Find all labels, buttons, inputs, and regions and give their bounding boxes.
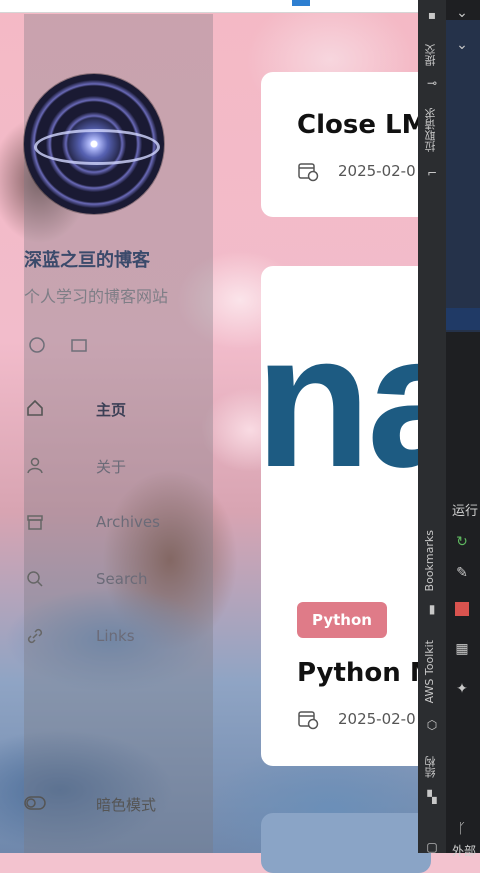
nav-label: Archives [96, 513, 160, 531]
mail-icon[interactable] [70, 336, 88, 354]
nav-item-links[interactable]: Links [24, 622, 213, 652]
wrench-icon[interactable]: ✎ [453, 564, 471, 582]
pull-request-icon[interactable]: ⌐ [425, 166, 439, 180]
rerun-icon[interactable]: ↻ [453, 533, 471, 551]
bookmarks-tab[interactable]: Bookmarks [423, 530, 436, 591]
post-cover-image[interactable]: na [261, 306, 431, 496]
browser-top-edge [0, 0, 418, 13]
avatar[interactable] [24, 74, 164, 214]
chevron-down-icon[interactable]: ⌄ [453, 36, 471, 54]
nav-label: Search [96, 570, 148, 588]
nav-item-search[interactable]: Search [24, 565, 213, 595]
ide-panel [446, 0, 480, 853]
link-icon [24, 626, 46, 648]
nav-label: 主页 [96, 401, 127, 419]
layout-icon[interactable]: ▦ [453, 640, 471, 658]
nav-label: Links [96, 627, 135, 645]
folder-icon[interactable]: ▪ [425, 8, 439, 22]
avatar-ring [34, 129, 160, 165]
post-card[interactable]: na Python Python M 2025-02-0 [261, 266, 431, 766]
post-date: 2025-02-0 [338, 710, 416, 728]
pull-requests-tab[interactable]: 拉取请求 [423, 108, 439, 152]
home-icon [24, 398, 46, 420]
branch-icon[interactable]: ᚴ [453, 820, 471, 838]
ide-tool-window: ▪ 提交 ⊸ 拉取请求 ⌐ Bookmarks ▮ AWS Toolkit ⬡ … [418, 0, 480, 858]
calendar-icon [297, 708, 319, 730]
external-label: 外部 [452, 844, 477, 858]
user-icon [24, 455, 46, 477]
ide-tool-rail: ▪ 提交 ⊸ 拉取请求 ⌐ Bookmarks ▮ AWS Toolkit ⬡ … [418, 0, 447, 854]
nav-item-home[interactable]: 主页 [24, 394, 213, 424]
post-title[interactable]: Close LM [297, 110, 427, 140]
post-card[interactable]: Close LM 2025-02-0 [261, 72, 431, 217]
search-icon [24, 569, 46, 591]
tab-indicator [292, 0, 310, 6]
bookmark-icon[interactable]: ▮ [425, 602, 439, 616]
sidebar: 深蓝之亘的博客 个人学习的博客网站 主页 关于 Archives Search … [24, 14, 213, 853]
dark-mode-icon[interactable] [24, 794, 46, 812]
structure-tab[interactable]: 结构 [423, 756, 439, 778]
dark-mode-label[interactable]: 暗色模式 [96, 794, 156, 815]
calendar-icon [297, 160, 319, 182]
archive-icon [24, 512, 46, 534]
editor-area [446, 20, 480, 332]
post-card[interactable] [261, 813, 431, 873]
chevron-down-icon[interactable]: ⌄ [453, 4, 471, 22]
commit-icon[interactable]: ⊸ [425, 76, 439, 90]
site-title[interactable]: 深蓝之亘的博客 [24, 246, 150, 272]
nav-item-about[interactable]: 关于 [24, 451, 213, 481]
nav-label: 关于 [96, 458, 127, 476]
aws-toolkit-tab[interactable]: AWS Toolkit [423, 640, 436, 703]
pin-icon[interactable]: ✦ [453, 680, 471, 698]
run-panel-label: 运行 [452, 504, 479, 519]
stop-icon[interactable] [453, 602, 471, 620]
aws-cube-icon[interactable]: ⬡ [425, 718, 439, 732]
nav-item-archives[interactable]: Archives [24, 508, 213, 538]
selection-bar [446, 308, 480, 330]
site-subtitle: 个人学习的博客网站 [24, 287, 169, 306]
post-title[interactable]: Python M [297, 658, 431, 688]
post-date: 2025-02-0 [338, 162, 416, 180]
github-icon[interactable] [28, 336, 46, 354]
structure-icon[interactable]: ▚ [425, 790, 439, 804]
commit-tab[interactable]: 提交 [423, 44, 439, 66]
tag-badge[interactable]: Python [297, 602, 387, 638]
window-icon[interactable]: ▢ [425, 840, 439, 854]
